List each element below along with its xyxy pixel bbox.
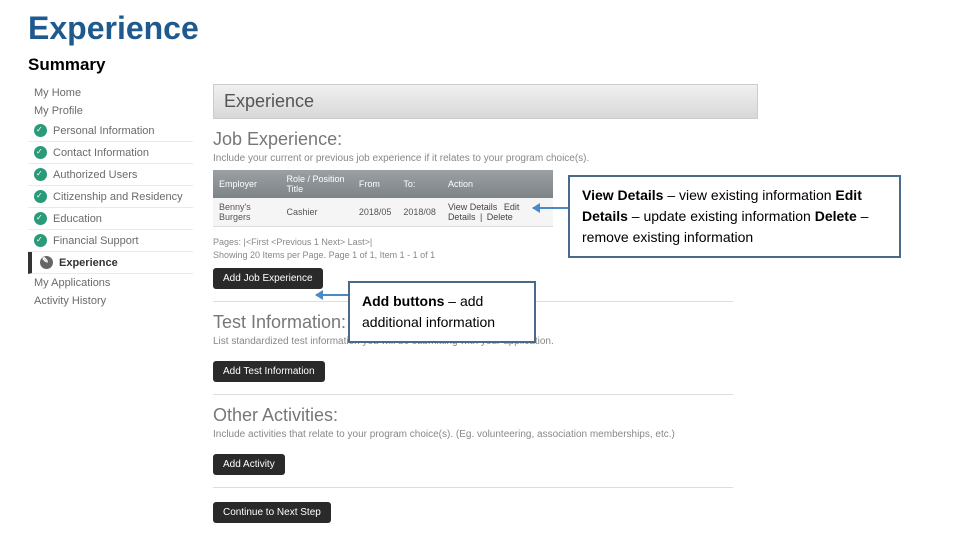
nav-activity-history[interactable]: Activity History — [28, 292, 193, 310]
nav-my-home[interactable]: My Home — [28, 84, 193, 102]
slide-title: Experience — [28, 10, 199, 47]
callout-bold: View Details — [582, 187, 663, 203]
cell-from: 2018/05 — [353, 198, 398, 227]
job-experience-desc: Include your current or previous job exp… — [213, 153, 758, 164]
col-role: Role / Position Title — [280, 170, 352, 198]
add-test-info-button[interactable]: Add Test Information — [213, 361, 325, 382]
divider — [213, 487, 733, 488]
nav-financial[interactable]: Financial Support — [28, 230, 193, 252]
nav-my-profile[interactable]: My Profile — [28, 102, 193, 120]
delete-link[interactable]: Delete — [487, 212, 513, 222]
col-employer: Employer — [213, 170, 280, 198]
arrow-icon — [533, 207, 568, 209]
nav-label: Education — [53, 213, 102, 225]
callout-text: – view existing information — [663, 187, 835, 203]
pencil-icon — [40, 256, 53, 269]
page-title: Experience — [213, 84, 758, 119]
cell-employer: Benny's Burgers — [213, 198, 280, 227]
job-experience-heading: Job Experience: — [213, 129, 758, 150]
check-icon — [34, 168, 47, 181]
view-details-link[interactable]: View Details — [448, 202, 497, 212]
other-activities-desc: Include activities that relate to your p… — [213, 429, 758, 440]
divider — [213, 394, 733, 395]
continue-button[interactable]: Continue to Next Step — [213, 502, 331, 523]
nav-citizenship[interactable]: Citizenship and Residency — [28, 186, 193, 208]
nav-contact-info[interactable]: Contact Information — [28, 142, 193, 164]
nav-authorized-users[interactable]: Authorized Users — [28, 164, 193, 186]
sidebar: My Home My Profile Personal Information … — [28, 84, 193, 310]
nav-label: Financial Support — [53, 235, 139, 247]
check-icon — [34, 146, 47, 159]
callout-add-buttons: Add buttons – add additional information — [348, 281, 536, 343]
sep: | — [477, 212, 484, 222]
callout-actions: View Details – view existing information… — [568, 175, 901, 258]
check-icon — [34, 234, 47, 247]
check-icon — [34, 212, 47, 225]
nav-experience[interactable]: Experience — [28, 252, 193, 274]
col-action: Action — [442, 170, 553, 198]
sep — [499, 202, 502, 212]
nav-personal-info[interactable]: Personal Information — [28, 120, 193, 142]
nav-education[interactable]: Education — [28, 208, 193, 230]
add-job-experience-button[interactable]: Add Job Experience — [213, 268, 323, 289]
job-table: Employer Role / Position Title From To: … — [213, 170, 553, 227]
table-header-row: Employer Role / Position Title From To: … — [213, 170, 553, 198]
slide-subtitle: Summary — [28, 55, 105, 75]
nav-label: Contact Information — [53, 147, 149, 159]
col-to: To: — [397, 170, 442, 198]
nav-label: Authorized Users — [53, 169, 137, 181]
nav-label: Experience — [59, 257, 118, 269]
callout-text: – update existing information — [628, 208, 815, 224]
other-activities-heading: Other Activities: — [213, 405, 758, 426]
callout-bold: Add buttons — [362, 293, 444, 309]
add-activity-button[interactable]: Add Activity — [213, 454, 285, 475]
callout-bold: Delete — [815, 208, 857, 224]
check-icon — [34, 124, 47, 137]
cell-to: 2018/08 — [397, 198, 442, 227]
nav-my-applications[interactable]: My Applications — [28, 274, 193, 292]
cell-role: Cashier — [280, 198, 352, 227]
arrow-icon — [316, 294, 348, 296]
col-from: From — [353, 170, 398, 198]
table-row: Benny's Burgers Cashier 2018/05 2018/08 … — [213, 198, 553, 227]
check-icon — [34, 190, 47, 203]
nav-label: Citizenship and Residency — [53, 191, 183, 203]
nav-label: Personal Information — [53, 125, 155, 137]
